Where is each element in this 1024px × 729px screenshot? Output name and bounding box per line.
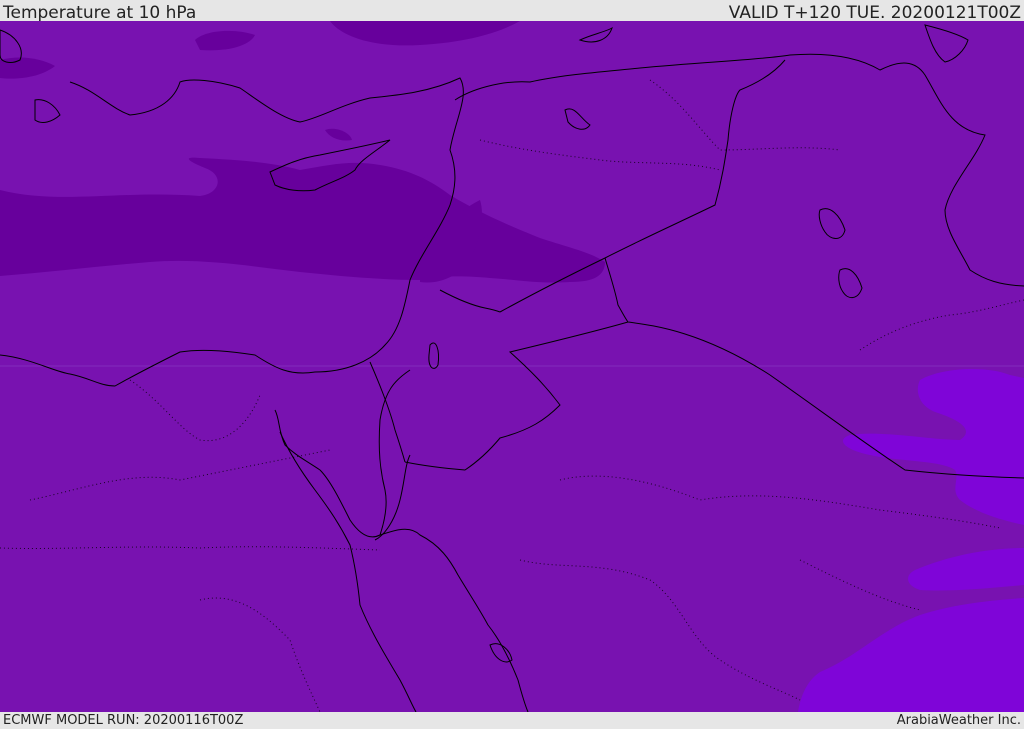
valid-time-label: VALID T+120 TUE. 20200121T00Z — [728, 3, 1021, 23]
temperature-map — [0, 21, 1024, 712]
model-run-label: ECMWF MODEL RUN: 20200116T00Z — [3, 713, 244, 728]
credit-label: ArabiaWeather Inc. — [896, 713, 1021, 728]
footer-bar: ECMWF MODEL RUN: 20200116T00Z ArabiaWeat… — [0, 712, 1024, 729]
header-bar: Temperature at 10 hPa VALID T+120 TUE. 2… — [0, 0, 1024, 23]
map-canvas — [0, 21, 1024, 712]
map-title: Temperature at 10 hPa — [3, 3, 197, 23]
